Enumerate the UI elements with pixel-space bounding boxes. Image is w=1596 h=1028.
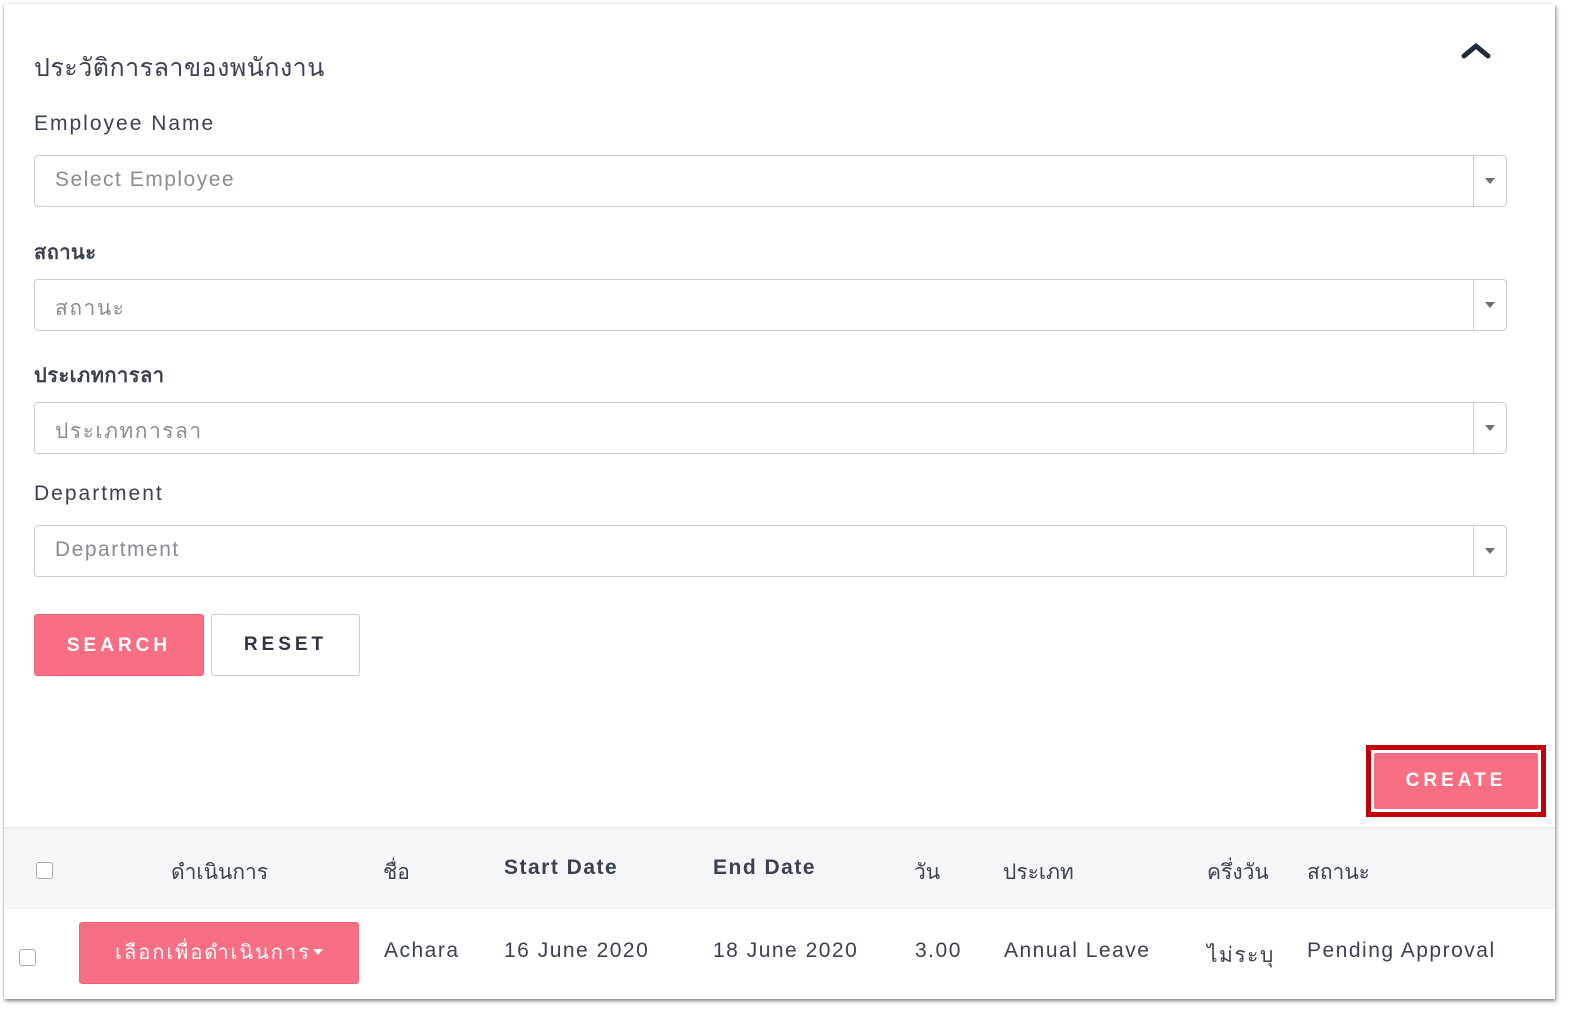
leave-type-label: ประเภทการลา [34, 365, 165, 387]
create-button[interactable]: CREATE [1374, 753, 1538, 809]
status-select-placeholder: สถานะ [55, 297, 126, 320]
header-type: ประเภท [1003, 861, 1074, 884]
chevron-up-icon [1461, 43, 1491, 59]
leave-type-select-toggle[interactable] [1473, 403, 1506, 453]
row-action-dropdown[interactable]: เลือกเพื่อดำเนินการ [79, 922, 359, 984]
page-title: ประวัติการลาของพนักงาน [34, 54, 325, 82]
caret-down-icon [312, 949, 323, 956]
status-select-toggle[interactable] [1473, 280, 1506, 330]
row-checkbox[interactable] [19, 949, 36, 966]
employee-select[interactable]: Select Employee [34, 155, 1507, 207]
employee-select-toggle[interactable] [1473, 156, 1506, 206]
header-end-date[interactable]: End Date [713, 856, 816, 880]
cell-end-date: 18 June 2020 [713, 939, 859, 962]
cell-days: 3.00 [915, 939, 962, 962]
header-days: วัน [914, 861, 941, 884]
status-label: สถานะ [34, 242, 97, 264]
reset-button[interactable]: RESET [211, 614, 360, 676]
leave-type-select-placeholder: ประเภทการลา [55, 420, 203, 443]
cell-start-date: 16 June 2020 [504, 939, 650, 962]
department-select[interactable]: Department [34, 525, 1507, 577]
caret-down-icon [1485, 548, 1495, 554]
status-select[interactable]: สถานะ [34, 279, 1507, 331]
employee-name-label: Employee Name [34, 112, 216, 135]
row-action-label: เลือกเพื่อดำเนินการ [115, 942, 311, 964]
header-start-date[interactable]: Start Date [504, 856, 618, 880]
header-action: ดำเนินการ [171, 861, 269, 884]
leave-type-select[interactable]: ประเภทการลา [34, 402, 1507, 454]
header-name: ชื่อ [383, 861, 410, 884]
employee-select-placeholder: Select Employee [55, 168, 236, 191]
collapse-button[interactable] [1452, 32, 1500, 68]
table-row: เลือกเพื่อดำเนินการ Achara 16 June 2020 … [4, 909, 1555, 999]
caret-down-icon [1485, 302, 1495, 308]
header-status: สถานะ [1307, 861, 1370, 884]
department-label: Department [34, 482, 164, 505]
header-half-day: ครึ่งวัน [1207, 861, 1269, 884]
caret-down-icon [1485, 425, 1495, 431]
cell-name: Achara [384, 939, 460, 962]
select-all-checkbox[interactable] [36, 862, 53, 879]
table-header: ดำเนินการ ชื่อ Start Date End Date วัน ป… [4, 827, 1555, 910]
department-select-placeholder: Department [55, 538, 180, 561]
search-button[interactable]: SEARCH [34, 614, 204, 676]
department-select-toggle[interactable] [1473, 526, 1506, 576]
cell-half-day: ไม่ระบุ [1207, 944, 1275, 967]
leave-history-panel: ประวัติการลาของพนักงาน Employee Name Sel… [4, 4, 1555, 999]
cell-type: Annual Leave [1004, 939, 1151, 962]
caret-down-icon [1485, 178, 1495, 184]
cell-status: Pending Approval [1307, 939, 1496, 962]
